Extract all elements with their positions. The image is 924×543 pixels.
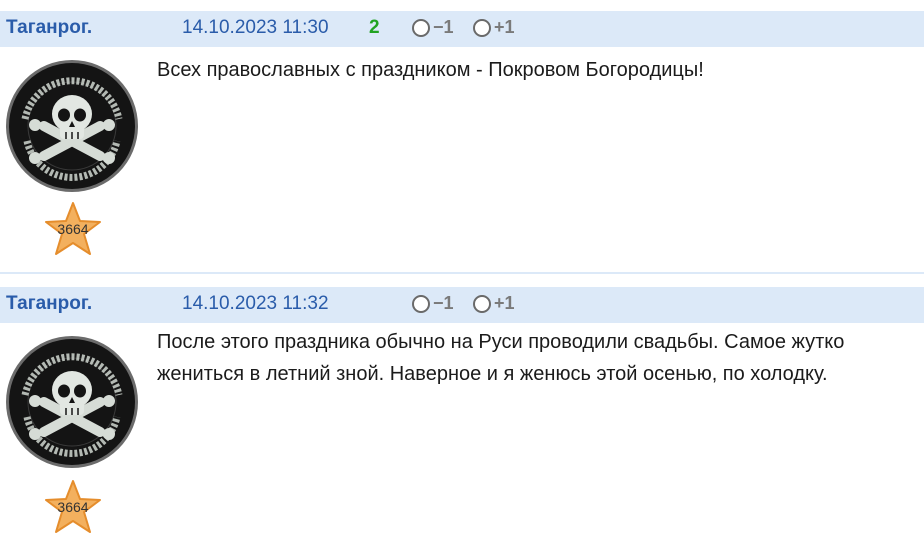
comment-header: Таганрог. 14.10.2023 11:32 −1 +1: [0, 287, 924, 323]
vote-minus-label: −1: [433, 17, 454, 37]
comment-post: Таганрог. 14.10.2023 11:32 −1 +1 3664 По…: [0, 287, 924, 533]
skull-crossbones-patch-icon[interactable]: [5, 335, 139, 469]
radio-icon[interactable]: [412, 294, 430, 313]
vote-plus-label: +1: [494, 17, 515, 37]
vote-plus-radio[interactable]: +1: [473, 293, 515, 314]
user-rating-badge: 3664: [44, 479, 102, 535]
author-link[interactable]: Таганрог.: [6, 293, 92, 315]
vote-plus-radio[interactable]: +1: [473, 17, 515, 38]
author-link[interactable]: Таганрог.: [6, 17, 92, 39]
comment-body: После этого праздника обычно на Руси про…: [157, 326, 924, 390]
user-rating-value: 3664: [57, 221, 89, 237]
user-rating-value: 3664: [57, 499, 89, 515]
skull-crossbones-patch-icon[interactable]: [5, 59, 139, 193]
comment-line: Всех православных с праздником - Покрово…: [157, 59, 704, 81]
user-rating-badge: 3664: [44, 201, 102, 257]
vote-minus-radio[interactable]: −1: [412, 293, 454, 314]
comment-timestamp: 14.10.2023 11:32: [182, 293, 329, 314]
radio-icon[interactable]: [412, 18, 430, 37]
comment-line: жениться в летний зной. Наверное и я жен…: [157, 363, 828, 385]
comment-post: Таганрог. 14.10.2023 11:30 2 −1 +1 3664 …: [0, 11, 924, 255]
comment-divider: [0, 272, 924, 274]
vote-plus-label: +1: [494, 293, 515, 313]
comment-timestamp: 14.10.2023 11:30: [182, 17, 329, 38]
vote-minus-radio[interactable]: −1: [412, 17, 454, 38]
comment-header: Таганрог. 14.10.2023 11:30 2 −1 +1: [0, 11, 924, 47]
comment-line: После этого праздника обычно на Руси про…: [157, 331, 845, 353]
radio-icon[interactable]: [473, 294, 491, 313]
comment-score: 2: [369, 17, 380, 38]
radio-icon[interactable]: [473, 18, 491, 37]
comment-body: Всех православных с праздником - Покрово…: [157, 54, 924, 86]
vote-minus-label: −1: [433, 293, 454, 313]
